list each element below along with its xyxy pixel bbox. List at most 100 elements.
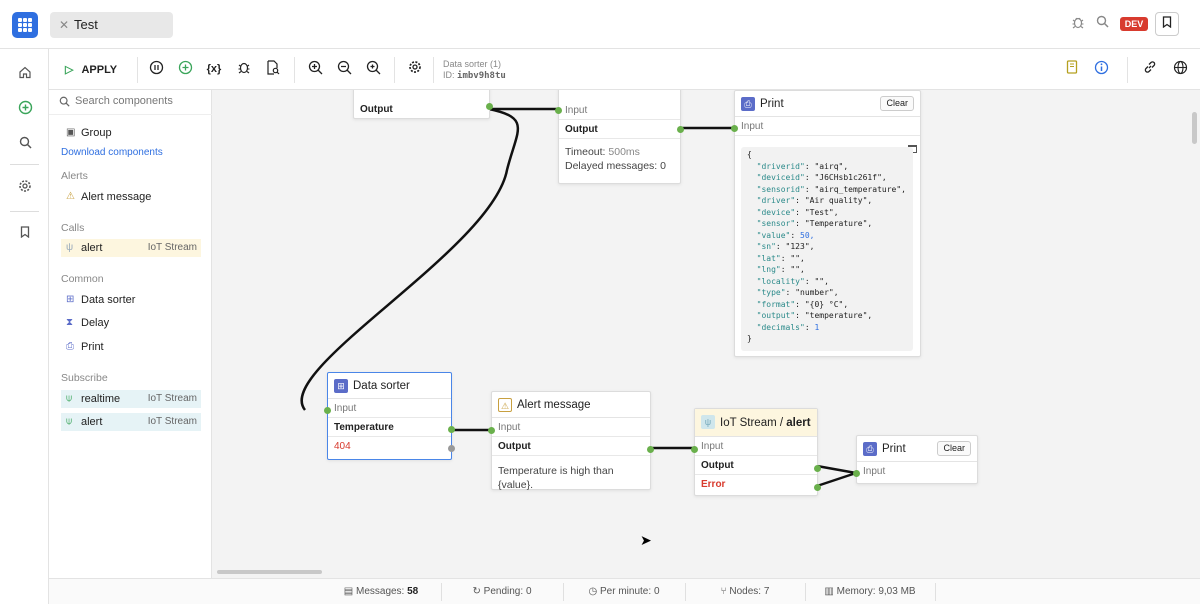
sidebar-item-alert-message[interactable]: ⚠ Alert message (61, 188, 201, 206)
search-icon[interactable] (1093, 15, 1111, 33)
sidebar-item-label: alert (81, 242, 103, 254)
input-port[interactable] (488, 427, 495, 434)
search-components-input[interactable]: Search components (49, 90, 212, 115)
bug-icon[interactable] (1069, 15, 1087, 33)
json-key: "sensor" (756, 219, 796, 228)
status-bar: ▤ Messages: 58 ↻ Pending: 0 ◷ Per minute… (49, 578, 1200, 604)
book-icon[interactable] (1063, 60, 1081, 78)
find-document-icon[interactable] (264, 60, 282, 78)
json-line: "sensor": "Temperature", (756, 219, 873, 228)
node-input-row: Input (492, 418, 650, 437)
json-key: "device" (756, 207, 796, 217)
sidebar-item-call-alert[interactable]: ψ alert IoT Stream (61, 239, 201, 257)
selected-component-info: Data sorter (1) ID: imbv9h8tu (443, 59, 506, 82)
json-line: "device": "Test", (756, 207, 839, 217)
info-icon[interactable] (1092, 60, 1110, 78)
node-input-row: Input (863, 466, 886, 477)
iot-stream-node[interactable]: ψ IoT Stream / alert Input Output Error (691, 408, 821, 496)
output-port[interactable] (647, 446, 654, 453)
sidebar-item-data-sorter[interactable]: ⊞ Data sorter (61, 291, 201, 309)
output-port[interactable] (814, 465, 821, 472)
sidebar-item-print[interactable]: ⎙ Print (61, 338, 201, 356)
json-value: "Test", (804, 207, 839, 217)
print-node-top[interactable]: ⎙ Print Clear Input { "driverid": "airq"… (731, 90, 921, 357)
sidebar-item-sub-realtime[interactable]: ⍦ realtime IoT Stream (61, 390, 201, 408)
clear-button[interactable]: Clear (937, 441, 971, 456)
json-line: "locality": "", (756, 276, 829, 286)
node-output-row: Temperature (328, 418, 451, 437)
status-per-minute: ◷ Per minute: 0 (588, 586, 660, 597)
json-key: "type" (756, 288, 786, 297)
node-input-row: Input (328, 399, 451, 418)
subscribe-node-top[interactable]: Output (353, 90, 493, 119)
input-port[interactable] (324, 407, 331, 414)
pause-icon[interactable] (147, 60, 165, 78)
flow-canvas[interactable]: Output Input Output Timeout: 500ms Delay… (212, 90, 1200, 578)
sidebar-item-delay[interactable]: ⧗ Delay (61, 314, 201, 332)
add-component-icon[interactable] (176, 60, 194, 78)
bookmark-icon (1162, 16, 1172, 29)
output-port[interactable] (677, 126, 684, 133)
apply-button[interactable]: ▷ APPLY (65, 62, 117, 78)
zoom-reset-icon[interactable] (364, 60, 382, 78)
zoom-in-icon[interactable] (306, 60, 324, 78)
apps-grid-button[interactable] (12, 12, 38, 38)
alert-message-node[interactable]: ⚠ Alert message Input Output Temperature… (488, 391, 654, 491)
link-icon[interactable] (1141, 60, 1159, 78)
sidebar-item-label: Data sorter (81, 294, 136, 306)
input-port[interactable] (691, 446, 698, 453)
flow-tab[interactable]: ✕ Test (50, 12, 173, 38)
settings-icon[interactable] (406, 60, 424, 78)
printer-icon: ⎙ (66, 341, 74, 352)
output-port[interactable] (448, 445, 455, 452)
alert-message-text: Temperature is high than {value}. (498, 465, 614, 491)
json-line: "decimals": 1 (756, 322, 820, 332)
json-value: "", (790, 253, 805, 263)
stream-icon: ψ (701, 415, 715, 429)
clear-button[interactable]: Clear (880, 96, 914, 111)
zoom-out-icon[interactable] (335, 60, 353, 78)
connection-wire[interactable] (816, 464, 857, 475)
bookmark-button[interactable] (1155, 12, 1179, 36)
sidebar-item-sub-alert[interactable]: ⍦ alert IoT Stream (61, 413, 201, 431)
sidebar-item-tag: IoT Stream (147, 242, 197, 253)
node-input-row: Input (559, 101, 680, 120)
output-port[interactable] (448, 426, 455, 433)
debug-icon[interactable] (235, 60, 253, 78)
sidebar-item-label: Alert message (81, 191, 152, 203)
add-circle-icon[interactable] (15, 100, 35, 120)
data-sorter-node[interactable]: ⊞ Data sorter Input Temperature 404 (324, 372, 455, 460)
connections-layer (300, 107, 857, 488)
settings-icon[interactable] (15, 179, 35, 199)
json-key: "format" (756, 299, 796, 309)
vertical-scrollbar[interactable] (1192, 112, 1197, 144)
play-icon: ▷ (65, 64, 74, 76)
print-node-bottom[interactable]: ⎙ Print Clear Input (853, 435, 978, 484)
sidebar-item-label: Delay (81, 317, 110, 329)
sidebar-item-group[interactable]: ▣ Group (61, 124, 201, 142)
bookmark-icon[interactable] (15, 224, 35, 244)
error-port[interactable] (814, 484, 821, 491)
json-key: "locality" (756, 276, 805, 286)
node-header: ψ IoT Stream / alert (695, 409, 817, 437)
variables-icon[interactable]: {x} (205, 60, 223, 78)
download-components-link[interactable]: Download components (61, 147, 163, 158)
output-port[interactable] (486, 103, 493, 110)
connection-wire[interactable] (300, 107, 520, 411)
node-title: Data sorter (353, 380, 410, 392)
stream-icon: ψ (66, 242, 74, 253)
input-port[interactable] (555, 107, 562, 114)
json-line: "driver": "Air quality", (756, 196, 873, 205)
horizontal-scrollbar[interactable] (217, 570, 322, 574)
close-tab-icon[interactable]: ✕ (59, 12, 69, 38)
input-port[interactable] (731, 125, 738, 132)
search-icon[interactable] (15, 135, 35, 155)
globe-icon[interactable] (1171, 60, 1189, 78)
home-icon[interactable] (15, 65, 35, 85)
delay-node[interactable]: Input Output Timeout: 500ms Delayed mess… (555, 90, 684, 184)
json-line: "type": "number", (756, 288, 839, 297)
node-error-row: Error (701, 479, 726, 490)
json-key: "lat" (756, 253, 781, 263)
connection-wire[interactable] (816, 471, 857, 488)
input-port[interactable] (853, 470, 860, 477)
